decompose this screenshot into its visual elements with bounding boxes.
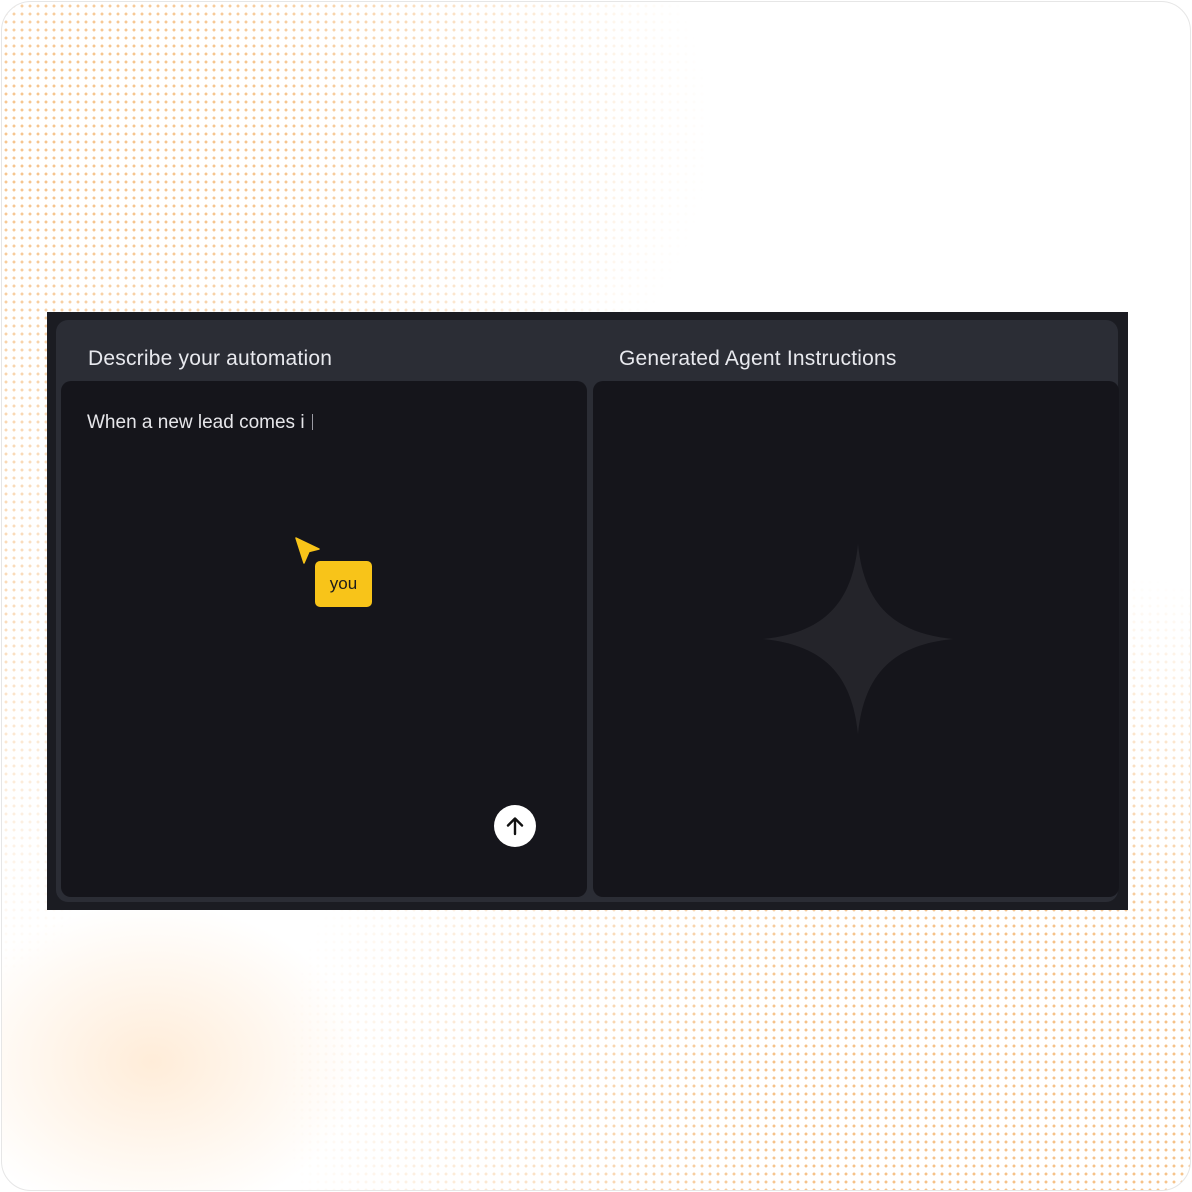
input-text-value: When a new lead comes i [87,412,305,433]
cursor-label: you [315,561,372,607]
describe-automation-title: Describe your automation [88,347,333,370]
submit-button[interactable] [494,805,536,847]
text-caret [311,414,313,430]
app-window: Describe your automation Generated Agent… [47,312,1128,910]
automation-description-input[interactable]: When a new lead comes i [87,412,313,434]
arrow-up-icon [506,817,524,836]
sparkle-icon [763,544,953,739]
automation-input-panel[interactable]: When a new lead comes i you [61,381,587,897]
background-glow [2,902,362,1190]
generated-instructions-panel [593,381,1119,897]
generated-instructions-title: Generated Agent Instructions [619,347,897,370]
app-container: Describe your automation Generated Agent… [56,320,1119,902]
